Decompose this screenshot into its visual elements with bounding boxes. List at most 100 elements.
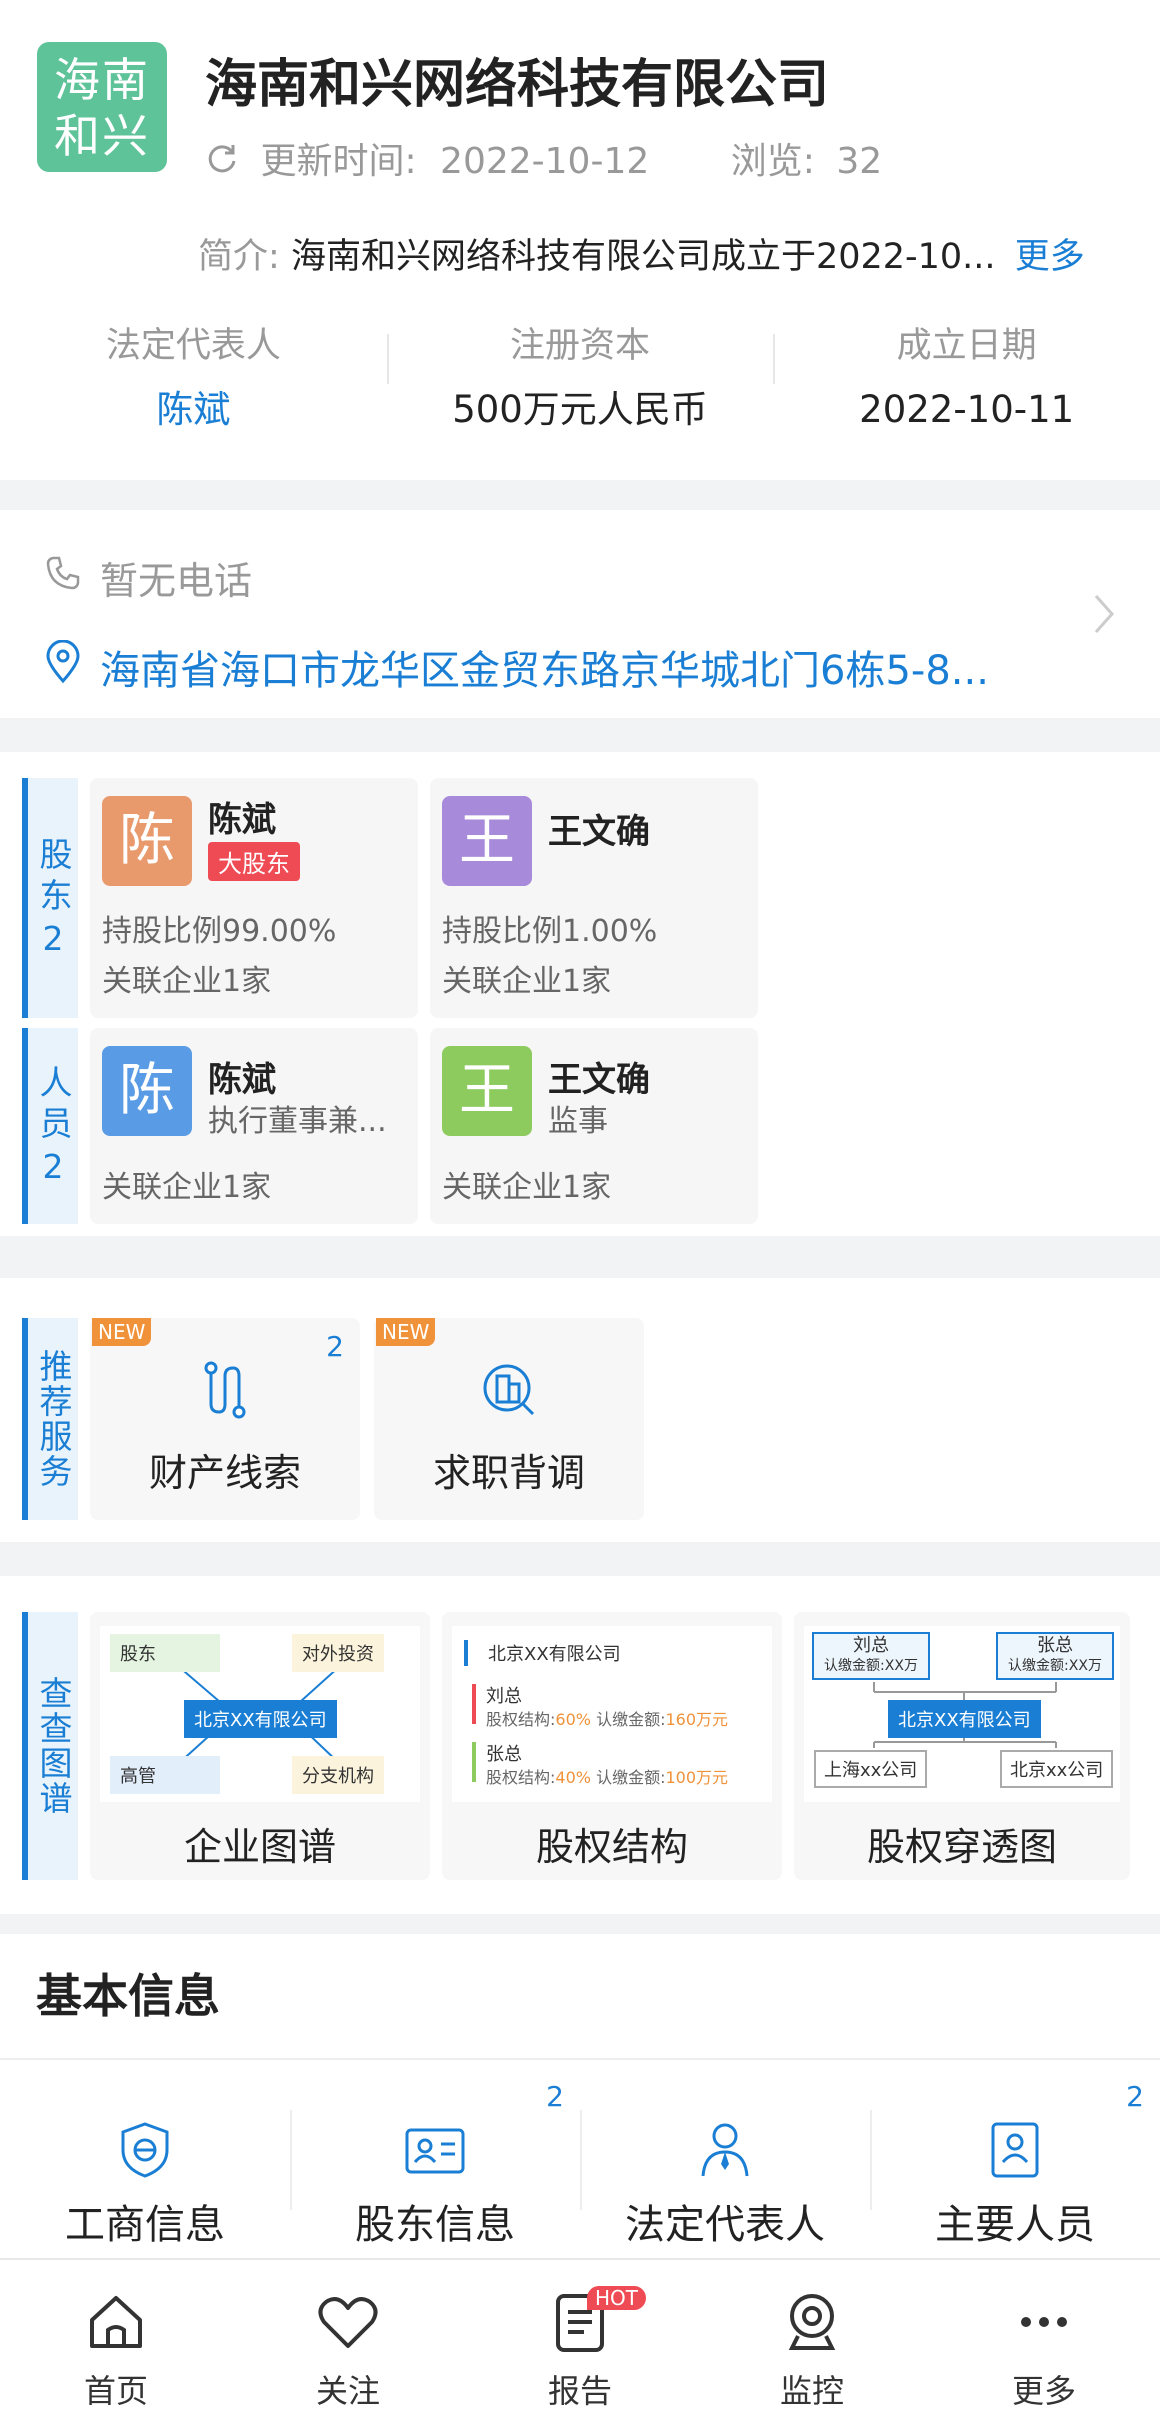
legal-rep-icon	[580, 2120, 870, 2184]
node-branch: 分支机构	[292, 1756, 384, 1794]
staff-tab-count: 2	[42, 1147, 64, 1186]
address-row[interactable]: 海南省海口市龙华区金贸东路京华城北门6栋5-8...	[44, 638, 989, 696]
service-label: 求职背调	[432, 1451, 585, 1495]
heart-icon	[316, 2297, 380, 2358]
shareholders-tab[interactable]: 股东 2	[22, 778, 78, 1018]
equity-structure-preview: 北京XX有限公司 刘总 股权结构:60% 认缴金额:160万元 张总 股权结构:…	[452, 1626, 772, 1802]
refresh-icon[interactable]	[205, 142, 239, 185]
map-enterprise-graph[interactable]: 股东 对外投资 北京XX有限公司 高管 分支机构 企业图谱	[90, 1612, 430, 1880]
person-role: 执行董事兼...	[208, 1104, 387, 1139]
phone-icon	[44, 554, 82, 601]
tab-report[interactable]: HOT 报告	[464, 2260, 696, 2432]
share-ratio: 持股比例1.00%	[442, 914, 658, 949]
staff-card[interactable]: 陈 陈斌 执行董事兼... 关联企业1家	[90, 1028, 418, 1224]
holder-name: 张总	[486, 1744, 522, 1765]
person-role: 监事	[548, 1104, 608, 1139]
node-shareholder: 股东	[110, 1634, 220, 1672]
staff-card[interactable]: 王 王文确 监事 关联企业1家	[430, 1028, 758, 1224]
service-count: 2	[326, 1330, 344, 1363]
maps-tab[interactable]: 查查图谱	[22, 1612, 78, 1880]
service-job-background[interactable]: NEW 求职背调	[374, 1318, 644, 1520]
contact-section[interactable]: 暂无电话 海南省海口市龙华区金贸东路京华城北门6栋5-8...	[0, 510, 1160, 718]
tab-label: 报告	[547, 2372, 612, 2410]
shareholder-card[interactable]: 王 王文确 持股比例1.00% 关联企业1家	[430, 778, 758, 1018]
tab-label: 关注	[315, 2372, 380, 2410]
shareholders-tab-count: 2	[42, 919, 64, 958]
home-icon	[84, 2296, 148, 2358]
tab-monitor[interactable]: 监控	[696, 2260, 928, 2432]
hot-badge: HOT	[587, 2286, 646, 2310]
stat-value: 500万元人民币	[452, 388, 708, 431]
views-value: 32	[836, 141, 883, 182]
more-link[interactable]: 更多	[1015, 237, 1085, 277]
basic-info-key-staff[interactable]: 2 主要人员	[870, 2060, 1160, 2260]
service-label: 财产线索	[148, 1451, 301, 1495]
services-tab-label: 推荐服务	[34, 1349, 73, 1489]
bottom-left-company: 上海xx公司	[814, 1750, 928, 1788]
basic-info-shareholders[interactable]: 2 股东信息	[290, 2060, 580, 2260]
new-badge: NEW	[92, 1318, 152, 1346]
phone-row[interactable]: 暂无电话	[44, 550, 252, 605]
stat-legal-rep[interactable]: 法定代表人 陈斌	[0, 320, 387, 450]
share-ratio: 持股比例99.00%	[102, 914, 337, 949]
stat-label: 成立日期	[896, 326, 1037, 366]
company-header: 海南和兴 海南和兴网络科技有限公司 更新时间: 2022-10-12 浏览: 3…	[0, 0, 1160, 480]
basic-info-label: 股东信息	[355, 2202, 515, 2248]
logo-text: 海南和兴	[54, 53, 150, 163]
stat-value[interactable]: 陈斌	[0, 384, 387, 436]
meta-row: 更新时间: 2022-10-12 浏览: 32	[205, 132, 882, 185]
views-label: 浏览:	[730, 141, 815, 182]
staff-tab[interactable]: 人员 2	[22, 1028, 78, 1224]
maps-tab-label: 查查图谱	[34, 1676, 73, 1816]
chevron-right-icon[interactable]	[1092, 592, 1116, 640]
shareholders-tab-label: 股东	[34, 837, 73, 919]
tab-more[interactable]: 更多	[928, 2260, 1160, 2432]
property-clue-icon	[195, 1360, 255, 1424]
staff-tab-label: 人员	[34, 1065, 73, 1147]
map-equity-structure[interactable]: 北京XX有限公司 刘总 股权结构:60% 认缴金额:160万元 张总 股权结构:…	[442, 1612, 782, 1880]
people-section: 股东 2 陈 陈斌 大股东 持股比例99.00% 关联企业1家 王 王文确 持股…	[0, 752, 1160, 1236]
equity-penetration-preview: 刘总 认缴金额:XX万 张总 认缴金额:XX万 北京XX有限公司 上海xx公司 …	[804, 1626, 1120, 1802]
shareholder-card[interactable]: 陈 陈斌 大股东 持股比例99.00% 关联企业1家	[90, 778, 418, 1018]
node-investment: 对外投资	[292, 1634, 384, 1672]
basic-info-business[interactable]: 工商信息	[0, 2060, 290, 2260]
tab-label: 首页	[83, 2372, 148, 2410]
map-label: 股权穿透图	[866, 1825, 1057, 1869]
tab-home[interactable]: 首页	[0, 2260, 232, 2432]
basic-info-legal-rep[interactable]: 法定代表人	[580, 2060, 870, 2260]
avatar: 王	[442, 1046, 532, 1136]
holder-name: 刘总	[486, 1686, 522, 1707]
person-name: 陈斌	[208, 800, 276, 840]
node-center-company: 北京XX有限公司	[184, 1700, 337, 1738]
holder-detail: 股权结构:60% 认缴金额:160万元	[486, 1710, 729, 1729]
avatar: 陈	[102, 796, 192, 886]
basic-info-grid: 工商信息 2 股东信息 法定代表人 2 主要人员	[0, 2060, 1160, 2260]
related-companies: 关联企业1家	[102, 1170, 272, 1205]
top-right-holder: 张总 认缴金额:XX万	[996, 1632, 1114, 1680]
services-tab[interactable]: 推荐服务	[22, 1318, 78, 1520]
tab-label: 更多	[1011, 2372, 1076, 2410]
related-companies: 关联企业1家	[102, 964, 272, 999]
map-equity-penetration[interactable]: 刘总 认缴金额:XX万 张总 认缴金额:XX万 北京XX有限公司 上海xx公司 …	[794, 1612, 1130, 1880]
updated-value: 2022-10-12	[440, 141, 650, 182]
key-stats: 法定代表人 陈斌 注册资本 500万元人民币 成立日期 2022-10-11	[0, 320, 1160, 450]
basic-info-label: 主要人员	[935, 2202, 1095, 2248]
updated-label: 更新时间:	[260, 141, 417, 182]
location-icon	[44, 639, 82, 694]
node-center-company: 北京XX有限公司	[888, 1700, 1041, 1738]
tab-follow[interactable]: 关注	[232, 2260, 464, 2432]
basic-info-label: 工商信息	[65, 2202, 225, 2248]
monitor-icon	[780, 2294, 844, 2358]
holder-detail: 股权结构:40% 认缴金额:100万元	[486, 1768, 729, 1787]
address-text[interactable]: 海南省海口市龙华区金贸东路京华城北门6栋5-8...	[100, 638, 989, 696]
stat-capital: 注册资本 500万元人民币	[386, 320, 774, 450]
intro-text: 海南和兴网络科技有限公司成立于2022-10...	[290, 237, 996, 277]
person-name: 陈斌	[208, 1060, 276, 1100]
job-background-icon	[479, 1360, 539, 1424]
stat-founded: 成立日期 2022-10-11	[773, 320, 1160, 450]
company-intro[interactable]: 简介: 海南和兴网络科技有限公司成立于2022-10... 更多	[198, 228, 1085, 279]
new-badge: NEW	[376, 1318, 436, 1346]
service-property-clue[interactable]: NEW 2 财产线索	[90, 1318, 360, 1520]
related-companies: 关联企业1家	[442, 1170, 612, 1205]
intro-label: 简介:	[198, 237, 280, 277]
